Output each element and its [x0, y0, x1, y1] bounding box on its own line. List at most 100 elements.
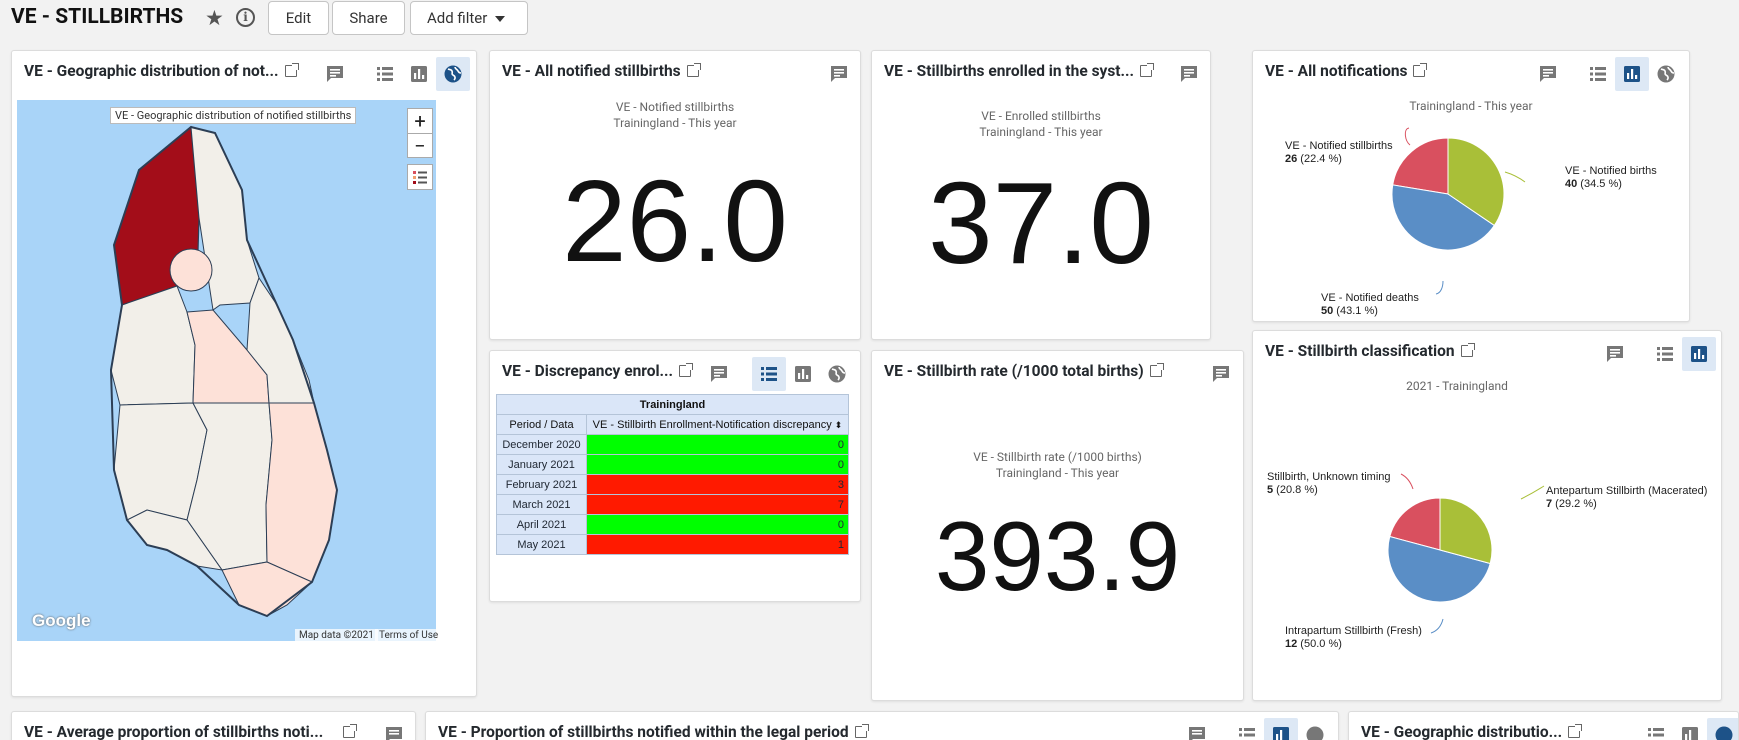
interpretation-icon[interactable] [822, 57, 856, 91]
geo-bottom-card: VE - Geographic distributio... [1348, 711, 1739, 740]
map-region-south-east [265, 402, 338, 583]
card-title[interactable]: VE - All notified stillbirths [502, 62, 701, 80]
proportion-legal-card: VE - Proportion of stillbirths notified … [425, 711, 1339, 740]
map-view-icon[interactable] [820, 357, 854, 391]
card-title[interactable]: VE - Proportion of stillbirths notified … [438, 723, 869, 740]
card-toolbar [377, 718, 415, 740]
chart-view-icon[interactable] [402, 57, 436, 91]
open-external-icon[interactable] [1140, 63, 1155, 77]
map-layer-label: VE - Geographic distribution of notified… [110, 107, 357, 124]
share-button[interactable]: Share [332, 1, 405, 35]
single-value: 393.9 [934, 501, 1181, 611]
row-period: May 2021 [496, 534, 587, 555]
zoom-in-button[interactable]: + [408, 109, 432, 134]
card-title[interactable]: VE - Geographic distribution of not... [24, 62, 299, 80]
pivot-table: Trainingland Period / Data VE - Stillbir… [496, 394, 849, 555]
column-header-data[interactable]: VE - Stillbirth Enrollment-Notification … [586, 414, 849, 435]
table-row: April 2021 0 [496, 514, 849, 535]
add-filter-label: Add filter [427, 9, 488, 27]
card-title[interactable]: VE - Stillbirth rate (/1000 total births… [884, 362, 1164, 380]
card-subtitle: VE - Stillbirth rate (/1000 births) [973, 450, 1142, 464]
card-title[interactable]: VE - Discrepancy enrol... [502, 362, 694, 380]
card-toolbar [822, 57, 860, 91]
stillbirth-rate-card: VE - Stillbirth rate (/1000 total births… [871, 350, 1244, 701]
pie-slice[interactable] [1392, 137, 1449, 195]
pie-label: Stillbirth, Unknown timing 5 (20.8 %) [1267, 471, 1391, 496]
table-view-icon[interactable] [1639, 718, 1673, 740]
chart-view-icon[interactable] [786, 357, 820, 391]
interpretation-icon[interactable] [1180, 718, 1214, 740]
card-subtitle-period: Trainingland - This year [979, 125, 1103, 139]
caret-down-icon [495, 16, 505, 22]
sort-icon[interactable]: ⬍ [835, 420, 843, 430]
info-icon[interactable]: i [236, 8, 255, 27]
table-row: March 2021 7 [496, 494, 849, 515]
interpretation-icon[interactable] [702, 357, 736, 391]
card-toolbar [1172, 57, 1210, 91]
row-period: January 2021 [496, 454, 587, 475]
interpretation-icon[interactable] [377, 718, 411, 740]
geo-map-card: VE - Geographic distribution of not... V… [11, 50, 477, 697]
card-title[interactable]: VE - Stillbirths enrolled in the syst... [884, 62, 1155, 80]
pie-label: VE - Notified births 40 (34.5 %) [1565, 165, 1657, 190]
table-row: January 2021 0 [496, 454, 849, 475]
single-value: 26.0 [562, 156, 788, 286]
map-view-icon[interactable] [1707, 718, 1738, 740]
edit-button[interactable]: Edit [268, 1, 329, 35]
table-view-icon[interactable] [1230, 718, 1264, 740]
card-title[interactable]: VE - Geographic distributio... [1361, 723, 1583, 740]
map-view-icon[interactable] [1298, 718, 1332, 740]
row-value[interactable]: 0 [586, 454, 849, 475]
card-subtitle: VE - Enrolled stillbirths [981, 109, 1101, 123]
interpretation-icon[interactable] [1204, 357, 1238, 391]
legend-toggle-button[interactable] [407, 164, 433, 190]
row-value[interactable]: 3 [586, 474, 849, 495]
card-title[interactable]: VE - Average proportion of stillbirths n… [24, 723, 358, 740]
single-value: 37.0 [928, 158, 1154, 288]
row-value[interactable]: 1 [586, 534, 849, 555]
all-notifications-card: VE - All notifications Trainingland - Th… [1252, 50, 1690, 322]
table-row: December 2020 0 [496, 434, 849, 455]
map-regions [109, 125, 339, 618]
classification-card: VE - Stillbirth classification 2021 - Tr… [1252, 330, 1722, 701]
all-notified-card: VE - All notified stillbirths VE - Notif… [489, 50, 861, 340]
table-view-icon[interactable] [752, 357, 786, 391]
zoom-control: + − [407, 108, 433, 158]
map-data-credit: Map data ©2021 [295, 629, 378, 643]
pie-label: Intrapartum Stillbirth (Fresh) 12 (50.0 %… [1285, 625, 1422, 650]
add-filter-button[interactable]: Add filter [410, 1, 528, 35]
table-row: May 2021 1 [496, 534, 849, 555]
open-external-icon[interactable] [284, 63, 299, 77]
card-subtitle: VE - Notified stillbirths [615, 100, 735, 114]
enrolled-card: VE - Stillbirths enrolled in the syst...… [871, 50, 1211, 340]
row-period: March 2021 [496, 494, 587, 515]
open-external-icon[interactable] [1568, 724, 1583, 738]
row-value[interactable]: 0 [586, 514, 849, 535]
card-toolbar [318, 57, 476, 91]
star-icon[interactable]: ★ [205, 6, 224, 31]
open-external-icon[interactable] [1149, 363, 1164, 377]
map-region-capital [169, 248, 213, 292]
map-canvas[interactable] [17, 100, 436, 641]
discrepancy-card: VE - Discrepancy enrol... Trainingland P… [489, 350, 861, 602]
terms-of-use-link[interactable]: Terms of Use [375, 629, 443, 643]
row-value[interactable]: 0 [586, 434, 849, 455]
table-view-icon[interactable] [368, 57, 402, 91]
chart-view-icon[interactable] [1264, 718, 1298, 740]
open-external-icon[interactable] [343, 724, 358, 738]
open-external-icon[interactable] [854, 724, 869, 738]
row-value[interactable]: 7 [586, 494, 849, 515]
open-external-icon[interactable] [679, 363, 694, 377]
interpretation-icon[interactable] [1172, 57, 1206, 91]
interpretation-icon[interactable] [318, 57, 352, 91]
row-period: February 2021 [496, 474, 587, 495]
open-external-icon[interactable] [686, 63, 701, 77]
dashboard-header: VE - STILLBIRTHS ★ i Edit Share Add filt… [0, 0, 1739, 36]
pie-label: Antepartum Stillbirth (Macerated) 7 (29.2… [1546, 485, 1708, 510]
row-period: December 2020 [496, 434, 587, 455]
zoom-out-button[interactable]: − [408, 134, 432, 159]
chart-view-icon[interactable] [1673, 718, 1707, 740]
map-view-icon[interactable] [436, 57, 470, 91]
table-row: February 2021 3 [496, 474, 849, 495]
card-toolbar [702, 357, 860, 391]
